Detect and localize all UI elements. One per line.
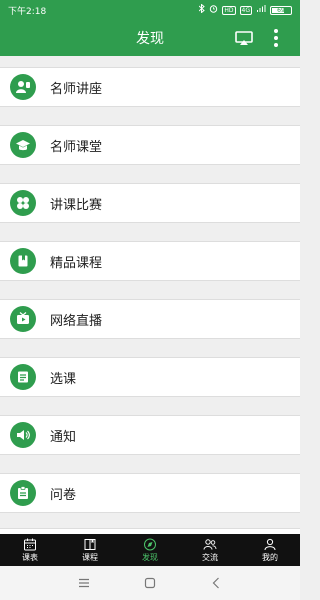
user-icon <box>264 538 276 550</box>
live-tv-icon <box>10 306 36 332</box>
menu-item-label: 讲课比赛 <box>50 197 103 213</box>
home-icon[interactable] <box>143 576 157 590</box>
status-icons: HD 4G 69 <box>199 3 292 16</box>
compass-icon <box>144 538 156 550</box>
clover-grid-icon <box>10 190 36 216</box>
tab-label: 课表 <box>22 552 38 562</box>
clipboard-icon <box>10 480 36 506</box>
network-badge: HD <box>222 5 236 15</box>
page-title: 发现 <box>136 31 164 47</box>
menu-item-label: 通知 <box>50 429 77 445</box>
status-bar: 下午2:18 HD 4G 69 <box>0 0 300 20</box>
tab-label: 我的 <box>262 552 278 562</box>
book-open-icon <box>84 538 96 550</box>
menu-item-contest[interactable]: 讲课比赛 <box>0 183 300 223</box>
tab-label: 发现 <box>142 552 158 562</box>
system-nav-bar <box>0 566 300 600</box>
menu-item-label: 精品课程 <box>50 255 103 271</box>
menu-item-survey[interactable]: 问卷 <box>0 473 300 513</box>
document-list-icon <box>10 364 36 390</box>
menu-item-label: 名师讲座 <box>50 81 103 97</box>
tab-schedule[interactable]: 课表 <box>0 534 60 566</box>
tab-discover[interactable]: 发现 <box>120 534 180 566</box>
people-icon <box>203 538 217 550</box>
app-bar: 发现 <box>0 20 300 56</box>
menu-item-premium-course[interactable]: 精品课程 <box>0 241 300 281</box>
cast-icon[interactable] <box>234 29 254 47</box>
tab-label: 课程 <box>82 552 98 562</box>
back-icon[interactable] <box>209 576 223 590</box>
menu-item-label: 网络直播 <box>50 313 103 329</box>
battery-percent: 69 <box>277 6 285 14</box>
tab-profile[interactable]: 我的 <box>240 534 300 566</box>
menu-item-label: 问卷 <box>50 487 77 503</box>
tab-courses[interactable]: 课程 <box>60 534 120 566</box>
tab-label: 交流 <box>202 552 218 562</box>
more-options-icon[interactable] <box>266 28 286 48</box>
battery-indicator: 69 <box>270 5 292 15</box>
menu-item-label: 名师课堂 <box>50 139 103 155</box>
discover-menu-list: 名师讲座 名师课堂 讲课比赛 精品课程 网络直播 选课 通知 问卷 <box>0 56 300 534</box>
menu-icon[interactable] <box>77 576 91 590</box>
calendar-icon <box>24 538 36 550</box>
graduation-cap-icon <box>10 132 36 158</box>
status-time: 下午2:18 <box>8 6 47 17</box>
bottom-tab-bar: 课表 课程 发现 交流 我的 <box>0 534 300 566</box>
speaker-icon <box>10 422 36 448</box>
alarm-icon <box>209 4 218 16</box>
bluetooth-icon <box>199 3 206 16</box>
person-lecture-icon <box>10 74 36 100</box>
menu-item-lecture[interactable]: 名师讲座 <box>0 67 300 107</box>
menu-item-live[interactable]: 网络直播 <box>0 299 300 339</box>
signal-badge: 4G <box>239 5 252 15</box>
book-icon <box>10 248 36 274</box>
signal-strength-icon <box>256 4 266 16</box>
menu-item-label: 选课 <box>50 371 77 387</box>
menu-item-course-selection[interactable]: 选课 <box>0 357 300 397</box>
menu-item-classroom[interactable]: 名师课堂 <box>0 125 300 165</box>
menu-item-notice[interactable]: 通知 <box>0 415 300 455</box>
tab-community[interactable]: 交流 <box>180 534 240 566</box>
